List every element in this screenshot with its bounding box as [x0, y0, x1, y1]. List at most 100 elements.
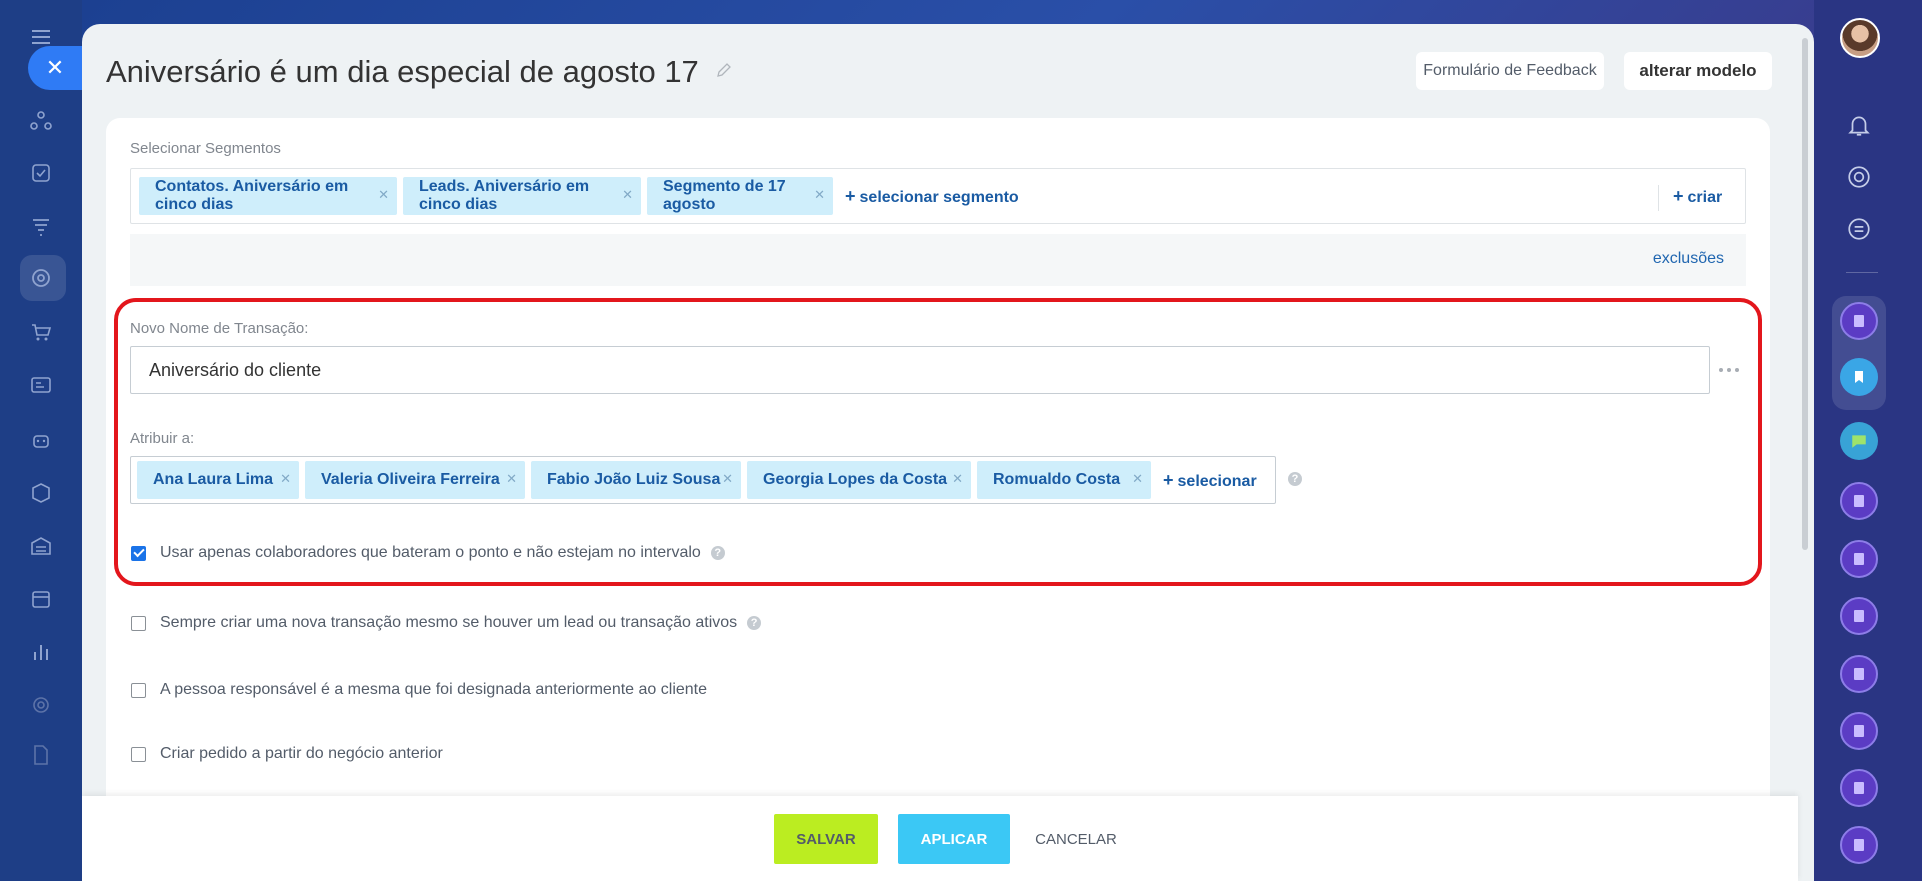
segment-tag-label: Segmento de 17 agosto [663, 178, 786, 213]
contact-bubble-icon[interactable] [1840, 712, 1878, 750]
select-assignee-link[interactable]: + selecionar [1163, 470, 1257, 491]
plus-icon: + [1673, 186, 1684, 206]
cancel-button[interactable]: CANCELAR [1026, 814, 1126, 864]
bookmark-icon[interactable] [1840, 358, 1878, 396]
crm-icon[interactable] [26, 106, 56, 136]
remove-tag-icon[interactable]: ✕ [622, 187, 633, 203]
robot-icon[interactable] [26, 425, 56, 455]
cart-icon[interactable] [26, 317, 56, 347]
contact-bubble-icon[interactable] [1840, 597, 1878, 635]
chat-bubble-icon[interactable] [1840, 422, 1878, 460]
contact-bubble-icon[interactable] [1840, 482, 1878, 520]
help-icon[interactable]: ? [1288, 472, 1302, 486]
option-always-create-deal: Sempre criar uma nova transação mesmo se… [131, 614, 762, 632]
contact-card-icon[interactable] [26, 370, 56, 400]
chat-sync-icon[interactable] [1844, 214, 1874, 244]
pencil-icon[interactable] [716, 62, 732, 78]
scrollbar[interactable] [1802, 38, 1808, 550]
right-sidebar [1814, 0, 1922, 881]
segment-tag-label: Leads. Aniversário em cinco dias [419, 178, 590, 213]
assignee-tag[interactable]: Valeria Oliveira Ferreira ✕ [305, 461, 525, 499]
box-icon[interactable] [26, 478, 56, 508]
option-label: Usar apenas colaboradores que bateram o … [160, 544, 701, 561]
contact-bubble-icon[interactable] [1840, 769, 1878, 807]
plus-icon: + [1163, 470, 1174, 490]
assignee-tag[interactable]: Georgia Lopes da Costa ✕ [747, 461, 971, 499]
footer-bar: SALVAR APLICAR CANCELAR [82, 796, 1798, 881]
marketing-icon[interactable] [26, 263, 56, 293]
exclusions-link[interactable]: exclusões [1653, 250, 1724, 268]
assignee-tag-label: Ana Laura Lima [153, 471, 274, 488]
remove-tag-icon[interactable]: ✕ [280, 471, 291, 487]
settings-card: Selecionar Segmentos Contatos. Aniversár… [106, 118, 1770, 881]
tasks-icon[interactable] [26, 158, 56, 188]
segments-field[interactable]: Contatos. Aniversário em cinco dias ✕ Le… [130, 168, 1746, 224]
assignee-tag[interactable]: Romualdo Costa ✕ [977, 461, 1151, 499]
help-icon[interactable]: ? [710, 546, 725, 560]
feedback-form-button[interactable]: Formulário de Feedback [1416, 52, 1604, 90]
more-dots-icon[interactable] [1716, 360, 1742, 380]
assignee-tag-label: Fabio João Luiz Sousa [547, 471, 721, 488]
analytics-icon[interactable] [26, 637, 56, 667]
assignee-tag[interactable]: Ana Laura Lima ✕ [137, 461, 299, 499]
avatar[interactable] [1840, 18, 1880, 58]
divider [1658, 185, 1659, 211]
option-label: A pessoa responsável é a mesma que foi d… [160, 681, 708, 698]
help-icon[interactable]: ? [747, 616, 762, 630]
calendar-icon[interactable] [26, 584, 56, 614]
only-clocked-in-checkbox[interactable] [131, 545, 146, 561]
plus-icon: + [845, 186, 856, 206]
contact-bubble-icon[interactable] [1840, 302, 1878, 340]
change-template-button[interactable]: alterar modelo [1624, 52, 1772, 90]
create-segment-link[interactable]: + criar [1673, 186, 1722, 207]
target-icon[interactable] [1844, 162, 1874, 192]
remove-tag-icon[interactable]: ✕ [1132, 471, 1143, 487]
page-title: Aniversário é um dia especial de agosto … [106, 54, 699, 89]
option-label: Criar pedido a partir do negócio anterio… [160, 745, 443, 762]
warehouse-icon[interactable] [26, 531, 56, 561]
select-segment-label: selecionar segmento [859, 189, 1019, 206]
assignee-tag-label: Romualdo Costa [993, 471, 1121, 488]
select-segment-link[interactable]: + selecionar segmento [845, 186, 1019, 207]
exclusions-row: exclusões [130, 234, 1746, 286]
select-assignee-label: selecionar [1177, 473, 1257, 490]
document-icon[interactable] [26, 740, 56, 770]
remove-tag-icon[interactable]: ✕ [506, 471, 517, 487]
order-from-previous-checkbox[interactable] [131, 746, 146, 762]
highlight-frame [114, 298, 1762, 586]
assignee-tag-label: Georgia Lopes da Costa [763, 471, 948, 488]
segment-tag[interactable]: Segmento de 17 agosto ✕ [647, 177, 833, 215]
remove-tag-icon[interactable]: ✕ [952, 471, 963, 487]
assign-label: Atribuir a: [130, 430, 195, 447]
save-button[interactable]: SALVAR [774, 814, 878, 864]
right-rail-divider [1846, 272, 1878, 273]
create-segment-label: criar [1687, 189, 1723, 206]
assignees-field[interactable]: Ana Laura Lima ✕ Valeria Oliveira Ferrei… [130, 456, 1276, 504]
remove-tag-icon[interactable]: ✕ [378, 187, 389, 203]
assignee-tag-label: Valeria Oliveira Ferreira [321, 471, 500, 488]
segment-tag[interactable]: Contatos. Aniversário em cinco dias ✕ [139, 177, 397, 215]
always-create-deal-checkbox[interactable] [131, 615, 146, 631]
remove-tag-icon[interactable]: ✕ [814, 187, 825, 203]
deal-name-input[interactable]: Aniversário do cliente [130, 346, 1710, 394]
segment-tag-label: Contatos. Aniversário em cinco dias [155, 178, 349, 213]
apply-button[interactable]: APLICAR [898, 814, 1010, 864]
contact-bubble-icon[interactable] [1840, 540, 1878, 578]
slider-panel: Aniversário é um dia especial de agosto … [82, 24, 1814, 881]
option-same-responsible: A pessoa responsável é a mesma que foi d… [131, 681, 707, 699]
option-only-clocked-in: Usar apenas colaboradores que bateram o … [131, 544, 725, 562]
deal-name-label: Novo Nome de Transação: [130, 320, 309, 337]
settings-icon[interactable] [26, 690, 56, 720]
option-order-from-previous: Criar pedido a partir do negócio anterio… [131, 745, 443, 763]
close-panel-button[interactable]: ✕ [28, 46, 82, 90]
left-sidebar [0, 0, 82, 881]
funnel-icon[interactable] [26, 212, 56, 242]
bell-icon[interactable] [1844, 110, 1874, 140]
segments-label: Selecionar Segmentos [130, 140, 281, 157]
same-responsible-checkbox[interactable] [131, 682, 146, 698]
assignee-tag[interactable]: Fabio João Luiz Sousa ✕ [531, 461, 741, 499]
contact-bubble-icon[interactable] [1840, 655, 1878, 693]
remove-tag-icon[interactable]: ✕ [722, 471, 733, 487]
contact-bubble-icon[interactable] [1840, 826, 1878, 864]
segment-tag[interactable]: Leads. Aniversário em cinco dias ✕ [403, 177, 641, 215]
